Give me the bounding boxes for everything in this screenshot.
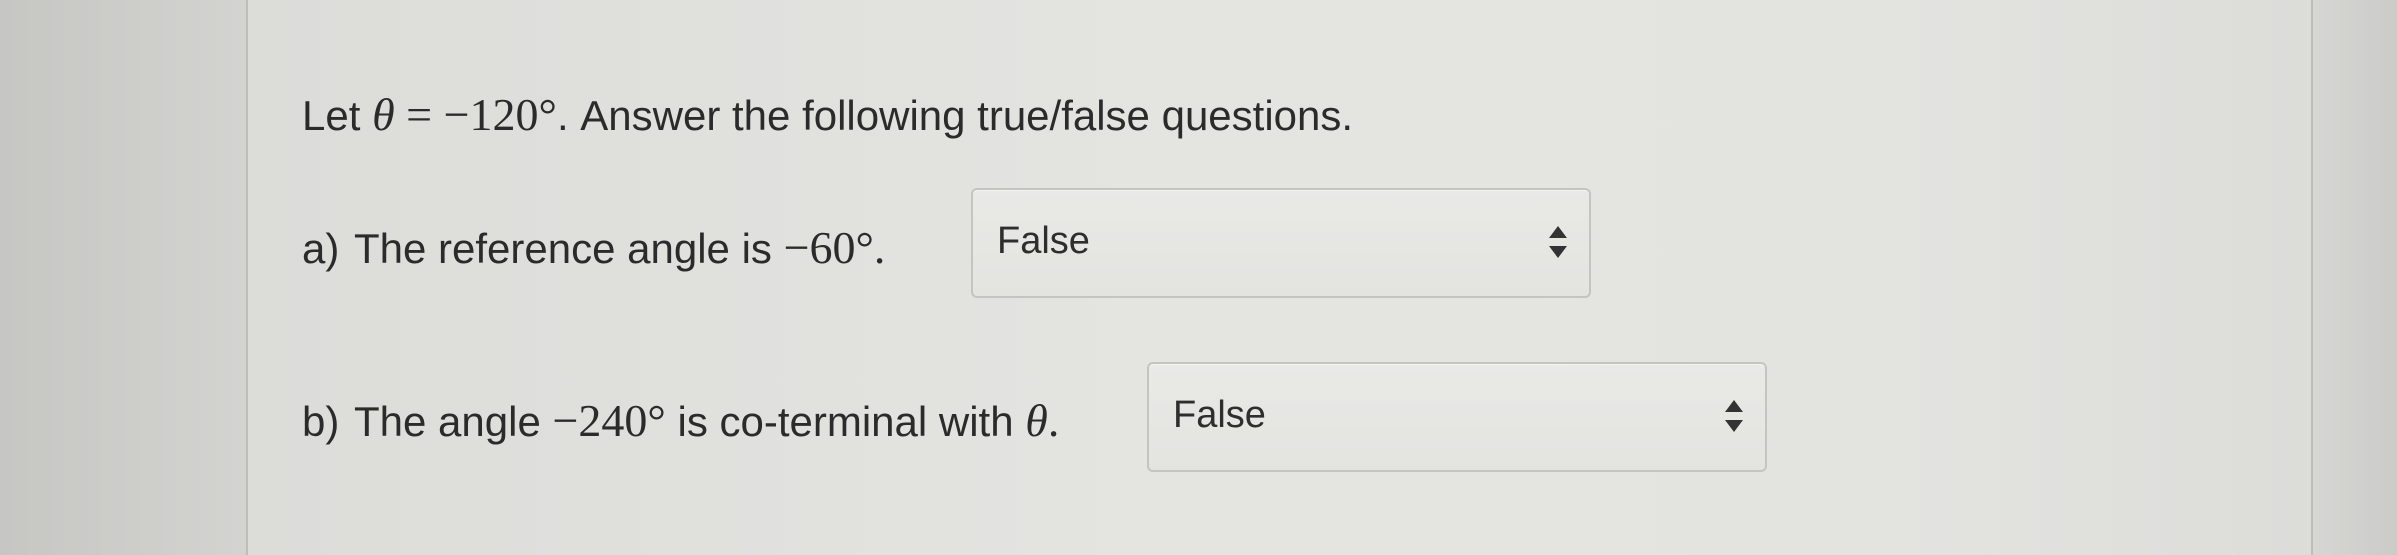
part-b-period: . [1047,395,1060,446]
intro-prefix: Let [302,92,373,139]
part-a-select[interactable]: False [971,188,1591,298]
up-down-arrows-icon [1725,400,1743,432]
part-b-text-before: The angle [354,398,553,445]
part-b-selected-value: False [1173,394,1266,436]
intro-equation: = −120° [394,89,557,140]
intro-suffix: . Answer the following true/false questi… [556,92,1354,139]
part-a-math: −60° [783,222,874,273]
part-b-text-middle: is co-terminal with [665,398,1026,445]
part-a-selected-value: False [997,220,1090,262]
question-part-a: a) The reference angle is −60°. [302,225,885,271]
theta-symbol: θ [1025,395,1048,446]
part-b-select[interactable]: False [1147,362,1767,472]
part-a-text: The reference angle is [354,225,784,272]
theta-symbol: θ [372,89,395,140]
right-margin [2311,0,2397,555]
part-b-math: −240° [552,395,666,446]
part-b-theta: θ [1025,395,1048,446]
intro-math: θ = −120° [372,89,557,140]
part-a-period: . [873,222,886,273]
left-margin [0,0,248,555]
question-part-b: b) The angle −240° is co-terminal with θ. [302,398,1059,444]
question-intro: Let θ = −120°. Answer the following true… [302,92,1353,138]
part-a-label: a) [302,225,340,272]
part-b-label: b) [302,398,340,445]
up-down-arrows-icon [1549,226,1567,258]
